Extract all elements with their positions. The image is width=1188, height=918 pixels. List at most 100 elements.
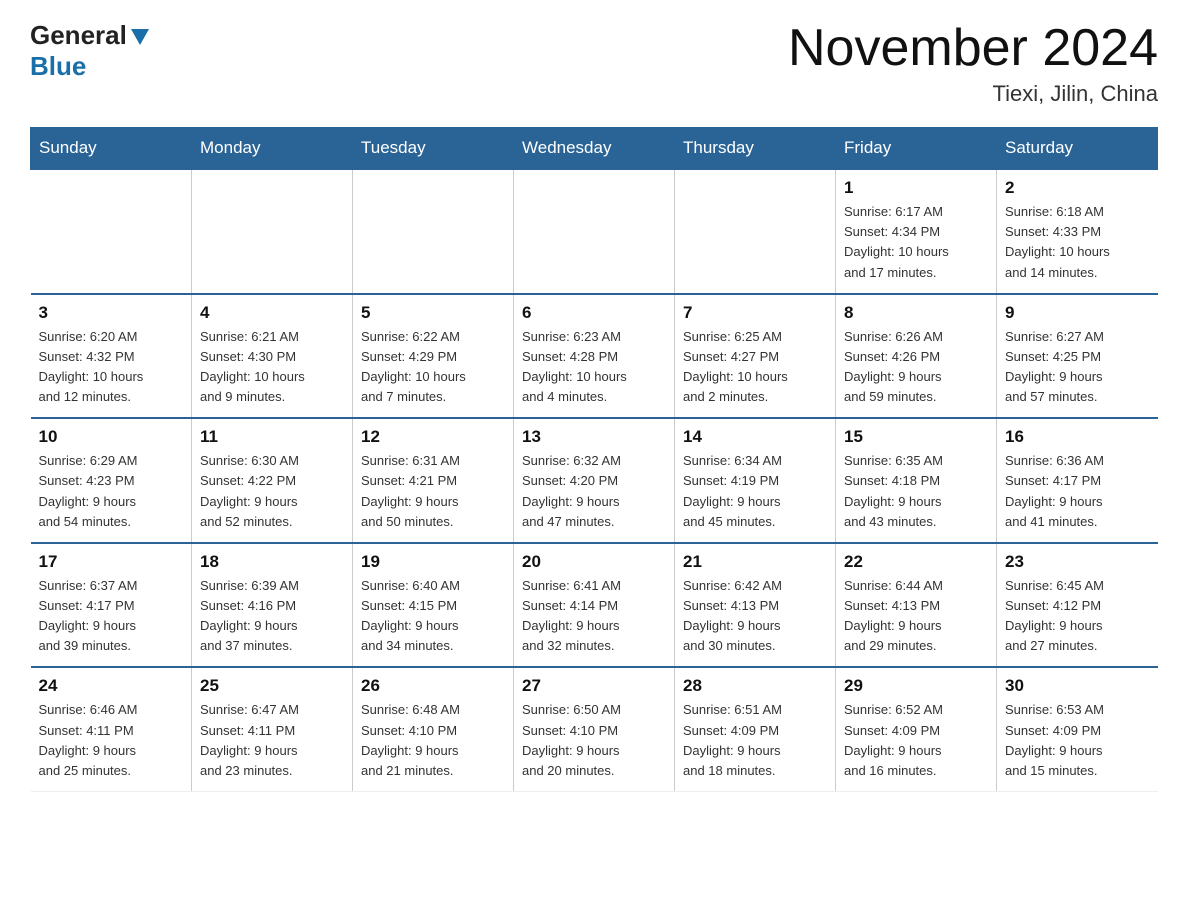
week-row-4: 17Sunrise: 6:37 AM Sunset: 4:17 PM Dayli…	[31, 543, 1158, 668]
calendar-cell	[514, 169, 675, 294]
day-number: 29	[844, 676, 988, 696]
day-number: 12	[361, 427, 505, 447]
weekday-header-monday: Monday	[192, 128, 353, 170]
weekday-header-thursday: Thursday	[675, 128, 836, 170]
title-area: November 2024 Tiexi, Jilin, China	[788, 20, 1158, 107]
day-number: 18	[200, 552, 344, 572]
calendar-cell: 28Sunrise: 6:51 AM Sunset: 4:09 PM Dayli…	[675, 667, 836, 791]
day-info: Sunrise: 6:41 AM Sunset: 4:14 PM Dayligh…	[522, 576, 666, 657]
day-number: 3	[39, 303, 184, 323]
calendar-cell: 29 Sunrise: 6:52 AM Sunset: 4:09 PM Dayli…	[836, 667, 997, 791]
day-info: Sunrise: 6:22 AM Sunset: 4:29 PM Dayligh…	[361, 327, 505, 408]
calendar-cell: 11 Sunrise: 6:30 AM Sunset: 4:22 PM Dayli…	[192, 418, 353, 543]
calendar-cell: 17Sunrise: 6:37 AM Sunset: 4:17 PM Dayli…	[31, 543, 192, 668]
calendar-cell: 14Sunrise: 6:34 AM Sunset: 4:19 PM Dayli…	[675, 418, 836, 543]
day-info: Sunrise: 6:23 AM Sunset: 4:28 PM Dayligh…	[522, 327, 666, 408]
week-row-5: 24Sunrise: 6:46 AM Sunset: 4:11 PM Dayli…	[31, 667, 1158, 791]
calendar-cell: 18 Sunrise: 6:39 AM Sunset: 4:16 PM Dayli…	[192, 543, 353, 668]
day-number: 22	[844, 552, 988, 572]
day-number: 8	[844, 303, 988, 323]
calendar-cell: 22 Sunrise: 6:44 AM Sunset: 4:13 PM Dayli…	[836, 543, 997, 668]
day-number: 25	[200, 676, 344, 696]
day-number: 5	[361, 303, 505, 323]
day-info: Sunrise: 6:30 AM Sunset: 4:22 PM Dayligh…	[200, 451, 344, 532]
day-info: Sunrise: 6:40 AM Sunset: 4:15 PM Dayligh…	[361, 576, 505, 657]
calendar-cell: 13 Sunrise: 6:32 AM Sunset: 4:20 PM Dayli…	[514, 418, 675, 543]
calendar-cell: 27 Sunrise: 6:50 AM Sunset: 4:10 PM Dayli…	[514, 667, 675, 791]
day-info: Sunrise: 6:44 AM Sunset: 4:13 PM Dayligh…	[844, 576, 988, 657]
day-info: Sunrise: 6:36 AM Sunset: 4:17 PM Dayligh…	[1005, 451, 1150, 532]
calendar-cell: 30Sunrise: 6:53 AM Sunset: 4:09 PM Dayli…	[997, 667, 1158, 791]
day-info: Sunrise: 6:25 AM Sunset: 4:27 PM Dayligh…	[683, 327, 827, 408]
calendar-cell	[353, 169, 514, 294]
calendar-cell: 7 Sunrise: 6:25 AM Sunset: 4:27 PM Daylig…	[675, 294, 836, 419]
day-number: 1	[844, 178, 988, 198]
weekday-header-tuesday: Tuesday	[353, 128, 514, 170]
day-number: 6	[522, 303, 666, 323]
location-title: Tiexi, Jilin, China	[788, 81, 1158, 107]
calendar-cell	[675, 169, 836, 294]
day-info: Sunrise: 6:52 AM Sunset: 4:09 PM Dayligh…	[844, 700, 988, 781]
weekday-header-row: SundayMondayTuesdayWednesdayThursdayFrid…	[31, 128, 1158, 170]
day-number: 7	[683, 303, 827, 323]
day-info: Sunrise: 6:48 AM Sunset: 4:10 PM Dayligh…	[361, 700, 505, 781]
day-number: 16	[1005, 427, 1150, 447]
calendar-cell: 4 Sunrise: 6:21 AM Sunset: 4:30 PM Daylig…	[192, 294, 353, 419]
weekday-header-friday: Friday	[836, 128, 997, 170]
logo-general-text: General	[30, 20, 127, 51]
day-info: Sunrise: 6:26 AM Sunset: 4:26 PM Dayligh…	[844, 327, 988, 408]
day-number: 21	[683, 552, 827, 572]
weekday-header-saturday: Saturday	[997, 128, 1158, 170]
month-title: November 2024	[788, 20, 1158, 77]
calendar-cell: 12Sunrise: 6:31 AM Sunset: 4:21 PM Dayli…	[353, 418, 514, 543]
day-info: Sunrise: 6:29 AM Sunset: 4:23 PM Dayligh…	[39, 451, 184, 532]
day-info: Sunrise: 6:21 AM Sunset: 4:30 PM Dayligh…	[200, 327, 344, 408]
day-number: 20	[522, 552, 666, 572]
calendar-cell: 1 Sunrise: 6:17 AM Sunset: 4:34 PM Daylig…	[836, 169, 997, 294]
calendar-cell	[192, 169, 353, 294]
day-info: Sunrise: 6:39 AM Sunset: 4:16 PM Dayligh…	[200, 576, 344, 657]
day-info: Sunrise: 6:32 AM Sunset: 4:20 PM Dayligh…	[522, 451, 666, 532]
calendar-table: SundayMondayTuesdayWednesdayThursdayFrid…	[30, 127, 1158, 792]
day-info: Sunrise: 6:17 AM Sunset: 4:34 PM Dayligh…	[844, 202, 988, 283]
day-number: 10	[39, 427, 184, 447]
day-number: 14	[683, 427, 827, 447]
calendar-cell: 6 Sunrise: 6:23 AM Sunset: 4:28 PM Daylig…	[514, 294, 675, 419]
day-info: Sunrise: 6:27 AM Sunset: 4:25 PM Dayligh…	[1005, 327, 1150, 408]
day-number: 4	[200, 303, 344, 323]
calendar-cell: 16 Sunrise: 6:36 AM Sunset: 4:17 PM Dayli…	[997, 418, 1158, 543]
calendar-cell: 8 Sunrise: 6:26 AM Sunset: 4:26 PM Daylig…	[836, 294, 997, 419]
week-row-3: 10 Sunrise: 6:29 AM Sunset: 4:23 PM Dayli…	[31, 418, 1158, 543]
week-row-2: 3 Sunrise: 6:20 AM Sunset: 4:32 PM Daylig…	[31, 294, 1158, 419]
header: General Blue November 2024 Tiexi, Jilin,…	[30, 20, 1158, 107]
calendar-cell: 15Sunrise: 6:35 AM Sunset: 4:18 PM Dayli…	[836, 418, 997, 543]
calendar-cell: 25 Sunrise: 6:47 AM Sunset: 4:11 PM Dayli…	[192, 667, 353, 791]
calendar-cell	[31, 169, 192, 294]
day-number: 28	[683, 676, 827, 696]
calendar-cell: 10 Sunrise: 6:29 AM Sunset: 4:23 PM Dayli…	[31, 418, 192, 543]
calendar-cell: 23Sunrise: 6:45 AM Sunset: 4:12 PM Dayli…	[997, 543, 1158, 668]
day-number: 27	[522, 676, 666, 696]
logo: General Blue	[30, 20, 149, 82]
week-row-1: 1 Sunrise: 6:17 AM Sunset: 4:34 PM Daylig…	[31, 169, 1158, 294]
day-number: 11	[200, 427, 344, 447]
day-number: 13	[522, 427, 666, 447]
calendar-cell: 24Sunrise: 6:46 AM Sunset: 4:11 PM Dayli…	[31, 667, 192, 791]
day-info: Sunrise: 6:53 AM Sunset: 4:09 PM Dayligh…	[1005, 700, 1150, 781]
day-number: 17	[39, 552, 184, 572]
day-info: Sunrise: 6:45 AM Sunset: 4:12 PM Dayligh…	[1005, 576, 1150, 657]
day-info: Sunrise: 6:46 AM Sunset: 4:11 PM Dayligh…	[39, 700, 184, 781]
day-info: Sunrise: 6:18 AM Sunset: 4:33 PM Dayligh…	[1005, 202, 1150, 283]
day-info: Sunrise: 6:47 AM Sunset: 4:11 PM Dayligh…	[200, 700, 344, 781]
weekday-header-sunday: Sunday	[31, 128, 192, 170]
calendar-cell: 9 Sunrise: 6:27 AM Sunset: 4:25 PM Daylig…	[997, 294, 1158, 419]
day-info: Sunrise: 6:20 AM Sunset: 4:32 PM Dayligh…	[39, 327, 184, 408]
calendar-cell: 20 Sunrise: 6:41 AM Sunset: 4:14 PM Dayli…	[514, 543, 675, 668]
day-info: Sunrise: 6:50 AM Sunset: 4:10 PM Dayligh…	[522, 700, 666, 781]
calendar-cell: 21Sunrise: 6:42 AM Sunset: 4:13 PM Dayli…	[675, 543, 836, 668]
calendar-cell: 26Sunrise: 6:48 AM Sunset: 4:10 PM Dayli…	[353, 667, 514, 791]
logo-blue-text: Blue	[30, 51, 86, 81]
day-number: 9	[1005, 303, 1150, 323]
calendar-cell: 19Sunrise: 6:40 AM Sunset: 4:15 PM Dayli…	[353, 543, 514, 668]
calendar-cell: 3 Sunrise: 6:20 AM Sunset: 4:32 PM Daylig…	[31, 294, 192, 419]
